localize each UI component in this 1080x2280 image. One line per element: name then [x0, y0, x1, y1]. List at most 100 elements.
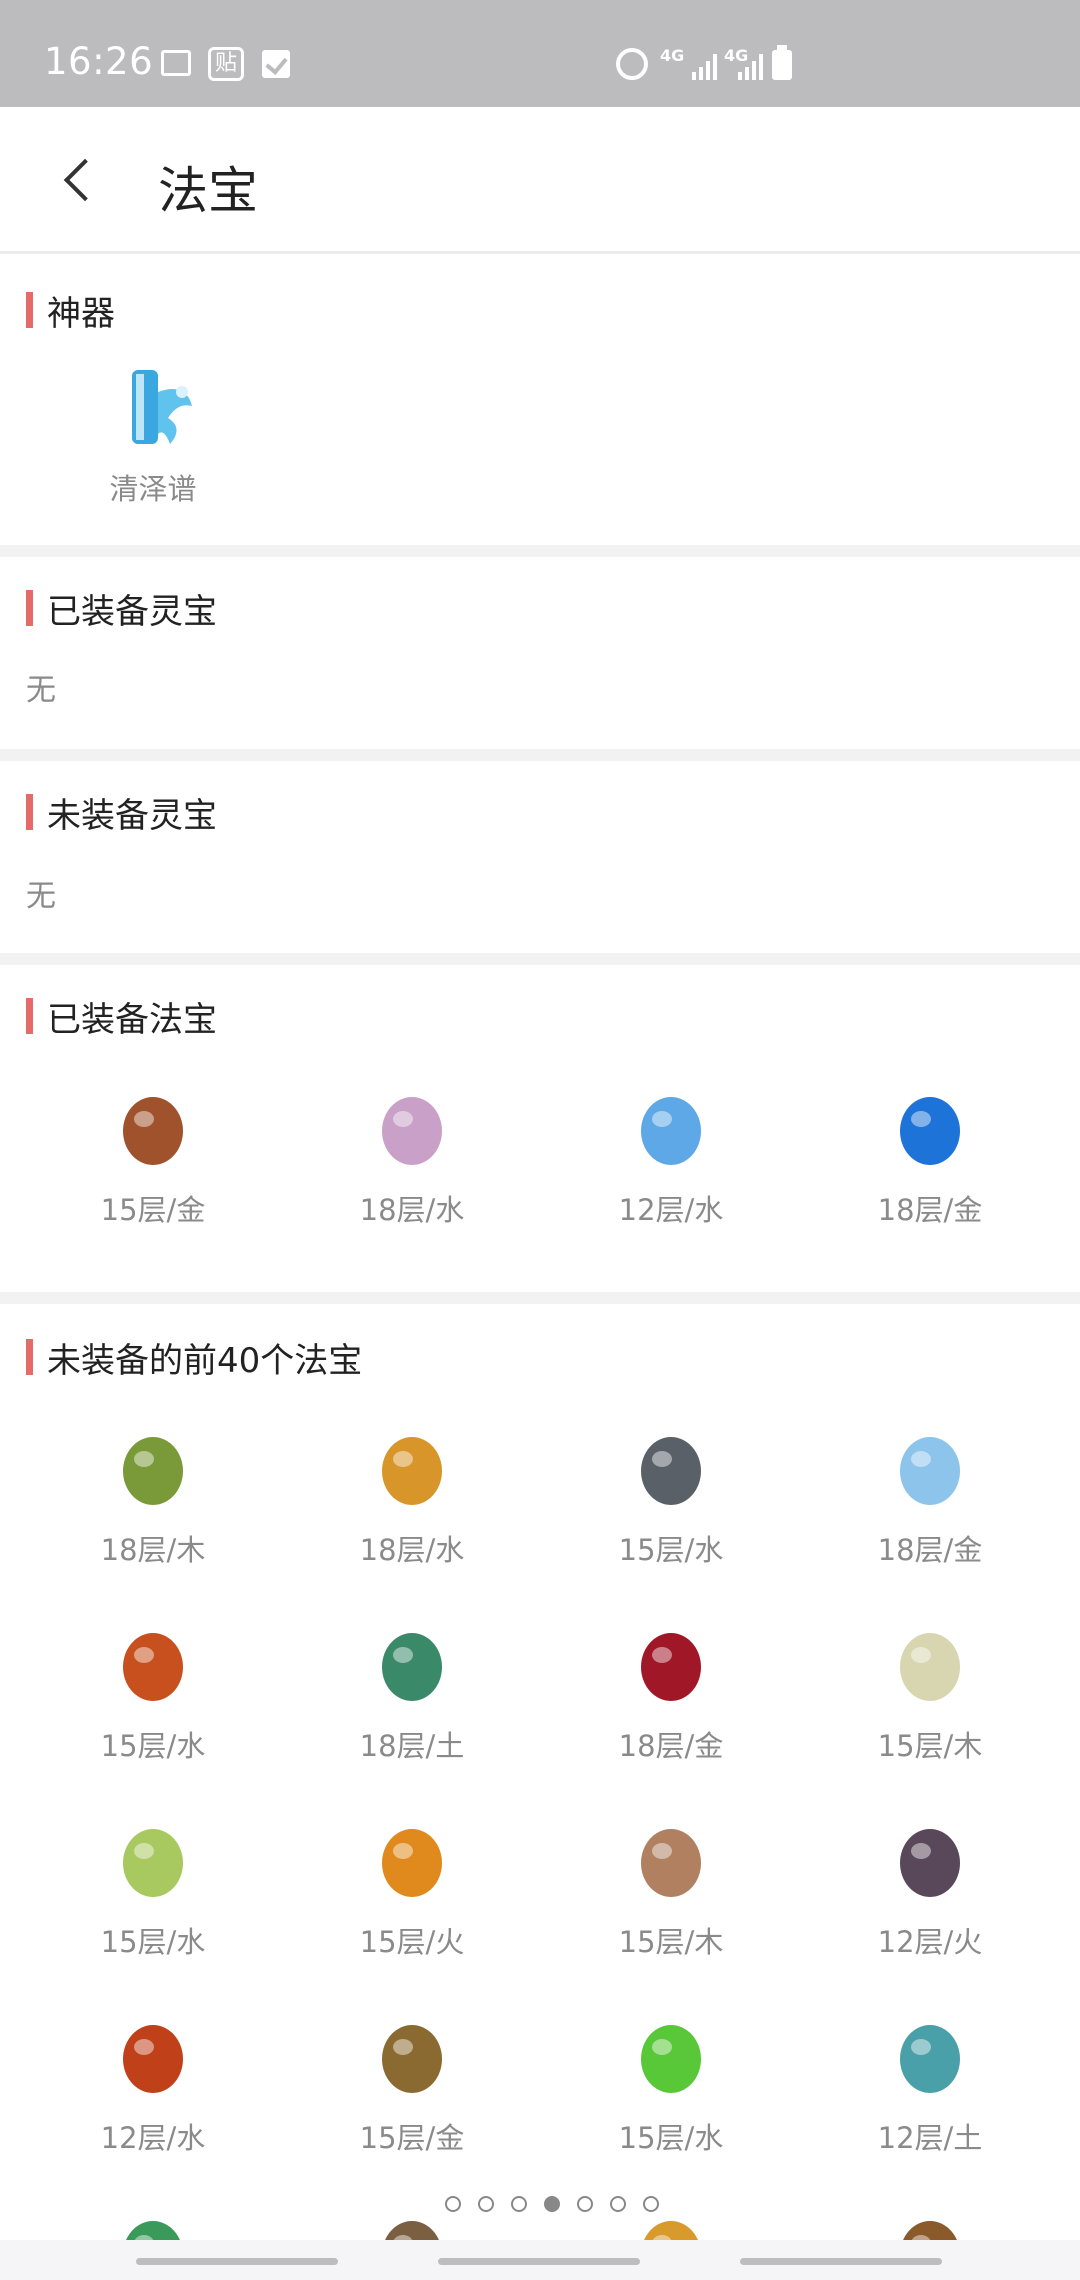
chevron-left-icon[interactable] [56, 157, 100, 209]
treasure-item[interactable]: 15层/水 [53, 1815, 253, 1961]
network-label: 4G [660, 46, 685, 65]
item-label: 18层/金 [877, 1193, 983, 1227]
page-dot[interactable] [544, 2196, 560, 2212]
title-accent-bar [26, 998, 33, 1034]
alarm-icon [616, 48, 648, 80]
treasure-item[interactable]: 15层/水 [571, 1423, 771, 1569]
page-dot[interactable] [610, 2196, 626, 2212]
pagoda-icon [367, 1815, 457, 1905]
bell-icon [108, 2011, 198, 2101]
section-title-text: 已装备法宝 [47, 999, 217, 1040]
item-label: 12层/水 [618, 1193, 724, 1227]
brush-icon [108, 1815, 198, 1905]
empty-text: 无 [26, 879, 56, 914]
item-label: 15层/水 [100, 1925, 206, 1959]
treasure-item[interactable]: 18层/水 [312, 1083, 512, 1229]
section-divider [0, 749, 1080, 761]
doll-icon [885, 1619, 975, 1709]
item-label: 15层/火 [359, 1925, 465, 1959]
treasure-item[interactable]: 18层/木 [53, 1423, 253, 1569]
treasure-item[interactable] [53, 2207, 253, 2240]
treasure-item[interactable] [830, 2207, 1030, 2240]
treasure-item[interactable]: 15层/水 [53, 1619, 253, 1765]
page-dot[interactable] [577, 2196, 593, 2212]
empty-text: 无 [26, 673, 56, 708]
ring-icon [367, 2207, 457, 2240]
section-divider [0, 545, 1080, 557]
item-label: 12层/水 [100, 2121, 206, 2155]
snail-icon [885, 1423, 975, 1513]
page-dot[interactable] [511, 2196, 527, 2212]
treasure-item[interactable]: 18层/土 [312, 1619, 512, 1765]
treasure-item[interactable]: 15层/水 [571, 2011, 771, 2157]
page-dot[interactable] [445, 2196, 461, 2212]
treasure-item[interactable]: 15层/火 [312, 1815, 512, 1961]
tie-icon: 贴 [208, 47, 244, 81]
item-label: 18层/金 [877, 1533, 983, 1567]
treasure-item[interactable]: 18层/金 [571, 1619, 771, 1765]
box-icon [367, 1619, 457, 1709]
leaf-icon [108, 2207, 198, 2240]
section-artifact: 神器 清泽谱 [0, 257, 1080, 545]
item-label: 18层/木 [100, 1533, 206, 1567]
signal-icon [738, 54, 763, 80]
case-icon [885, 1815, 975, 1905]
treasure-item[interactable]: 18层/金 [830, 1083, 1030, 1229]
section-equipped-treasure: 已装备法宝 15层/金 18层/水 12层/水 18层/金 [0, 965, 1080, 1292]
section-title-text: 已装备灵宝 [47, 591, 217, 632]
section-unequipped-spirit: 未装备灵宝 无 [0, 761, 1080, 953]
chest-icon [108, 1083, 198, 1173]
orb-icon [885, 1083, 975, 1173]
check-icon [262, 50, 290, 78]
section-title-text: 神器 [47, 293, 115, 334]
nav-gesture-pill[interactable] [438, 2258, 640, 2265]
jade-bar-icon [626, 2011, 716, 2101]
section-unequipped-top40: 未装备的前40个法宝 18层/木 18层/水 15层/水 18层/金 15层/水 18层/… [0, 1304, 1080, 2240]
section-title-text: 未装备灵宝 [47, 795, 217, 836]
status-bar: 16:26 贴 4G 4G [0, 0, 1080, 107]
section-title: 已装备灵宝 [26, 589, 217, 632]
dragon-ring-icon [367, 1423, 457, 1513]
section-title: 未装备的前40个法宝 [26, 1338, 362, 1381]
section-title-text: 未装备的前40个法宝 [47, 1340, 363, 1381]
title-accent-bar [26, 590, 33, 626]
gourd-icon [885, 2011, 975, 2101]
item-label: 18层/水 [359, 1193, 465, 1227]
monk-icon [626, 1815, 716, 1905]
nav-gesture-pill[interactable] [136, 2258, 338, 2265]
treasure-item[interactable]: 18层/水 [312, 1423, 512, 1569]
treasure-item[interactable]: 15层/木 [830, 1619, 1030, 1765]
treasure-item[interactable]: 12层/土 [830, 2011, 1030, 2157]
stone-icon [626, 1083, 716, 1173]
item-label: 15层/水 [100, 1729, 206, 1763]
scroll-icon [108, 362, 198, 452]
item-label: 15层/水 [618, 2121, 724, 2155]
treasure-item[interactable]: 15层/金 [53, 1083, 253, 1229]
treasure-item[interactable]: 15层/木 [571, 1815, 771, 1961]
section-equipped-spirit: 已装备灵宝 无 [0, 557, 1080, 749]
item-label: 18层/水 [359, 1533, 465, 1567]
treasure-item[interactable]: 12层/火 [830, 1815, 1030, 1961]
signal-icon [692, 54, 717, 80]
treasure-item[interactable]: 15层/金 [312, 2011, 512, 2157]
item-label: 15层/木 [618, 1925, 724, 1959]
treasure-item[interactable]: 18层/金 [830, 1423, 1030, 1569]
pot-icon [885, 2207, 975, 2240]
page-dot[interactable] [643, 2196, 659, 2212]
token-icon [108, 1423, 198, 1513]
lantern-icon [626, 1423, 716, 1513]
nav-gesture-pill[interactable] [740, 2258, 942, 2265]
section-title: 未装备灵宝 [26, 793, 217, 836]
beads-icon [367, 2011, 457, 2101]
item-label: 清泽谱 [109, 472, 197, 506]
battery-icon [772, 45, 792, 80]
page-indicator[interactable] [445, 2196, 659, 2212]
page-dot[interactable] [478, 2196, 494, 2212]
navigation-bar [0, 2240, 1080, 2280]
item-label: 15层/木 [877, 1729, 983, 1763]
bell-icon [108, 1619, 198, 1709]
artifact-item[interactable]: 清泽谱 [53, 362, 253, 508]
treasure-item[interactable]: 12层/水 [53, 2011, 253, 2157]
photo-icon [161, 50, 191, 76]
treasure-item[interactable]: 12层/水 [571, 1083, 771, 1229]
